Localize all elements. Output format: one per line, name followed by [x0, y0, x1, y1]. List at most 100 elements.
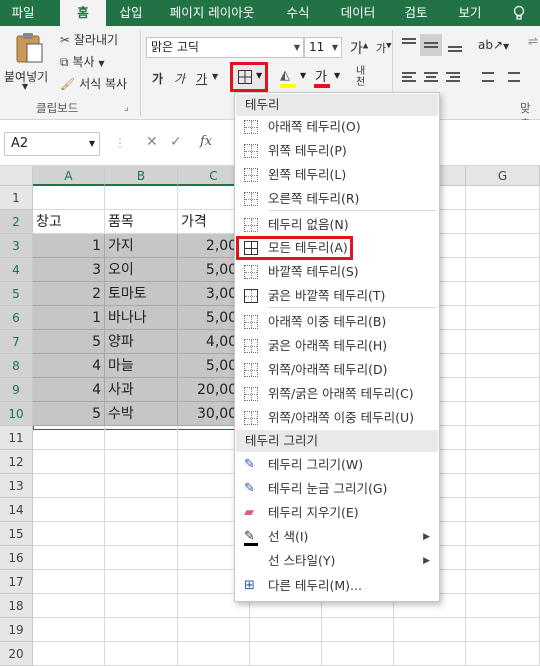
- cell-D20[interactable]: [250, 642, 322, 666]
- menu-item-top-and-bottom-border[interactable]: 위쪽/아래쪽 테두리(D): [236, 358, 438, 382]
- cell-B8[interactable]: 마늘: [105, 354, 178, 378]
- select-all-corner[interactable]: [0, 166, 33, 186]
- row-header-1[interactable]: 1: [0, 186, 33, 210]
- cell-A7[interactable]: 5: [33, 330, 105, 354]
- cell-G11[interactable]: [466, 426, 540, 450]
- dialog-launcher-icon[interactable]: ⌟: [124, 102, 129, 113]
- cell-A17[interactable]: [33, 570, 105, 594]
- cell-B6[interactable]: 바나나: [105, 306, 178, 330]
- tab-file[interactable]: 파일: [0, 0, 46, 26]
- menu-item-more-borders[interactable]: ⊞ 다른 테두리(M)...: [236, 574, 438, 598]
- cell-A20[interactable]: [33, 642, 105, 666]
- orientation-button[interactable]: ab↗▼: [478, 38, 509, 52]
- cell-C19[interactable]: [178, 618, 250, 642]
- row-header-20[interactable]: 20: [0, 642, 33, 666]
- fill-color-button[interactable]: ◭ ▼: [278, 68, 308, 90]
- row-header-7[interactable]: 7: [0, 330, 33, 354]
- row-header-19[interactable]: 19: [0, 618, 33, 642]
- menu-item-thick-bottom-border[interactable]: 굵은 아래쪽 테두리(H): [236, 334, 438, 358]
- menu-item-draw-border[interactable]: ✎ 테두리 그리기(W): [236, 453, 438, 477]
- underline-button[interactable]: 가: [196, 70, 207, 87]
- cell-G10[interactable]: [466, 402, 540, 426]
- cell-B7[interactable]: 양파: [105, 330, 178, 354]
- row-header-15[interactable]: 15: [0, 522, 33, 546]
- cell-B13[interactable]: [105, 474, 178, 498]
- row-header-11[interactable]: 11: [0, 426, 33, 450]
- row-header-6[interactable]: 6: [0, 306, 33, 330]
- cell-G15[interactable]: [466, 522, 540, 546]
- bold-button[interactable]: 가: [152, 70, 163, 87]
- cell-A16[interactable]: [33, 546, 105, 570]
- menu-item-top-and-double-bottom-border[interactable]: 위쪽/아래쪽 이중 테두리(U): [236, 406, 438, 430]
- cell-G4[interactable]: [466, 258, 540, 282]
- column-header-b[interactable]: B: [105, 166, 178, 186]
- cell-A9[interactable]: 4: [33, 378, 105, 402]
- cell-D19[interactable]: [250, 618, 322, 642]
- cell-G7[interactable]: [466, 330, 540, 354]
- increase-indent-button[interactable]: [502, 70, 522, 88]
- row-header-8[interactable]: 8: [0, 354, 33, 378]
- paste-button[interactable]: 붙여넣기 ▼: [4, 30, 54, 96]
- cell-B16[interactable]: [105, 546, 178, 570]
- tab-page-layout[interactable]: 페이지 레이아웃: [162, 0, 262, 26]
- cell-B17[interactable]: [105, 570, 178, 594]
- cell-A19[interactable]: [33, 618, 105, 642]
- cell-B4[interactable]: 오이: [105, 258, 178, 282]
- cell-A12[interactable]: [33, 450, 105, 474]
- cell-G3[interactable]: [466, 234, 540, 258]
- cell-B5[interactable]: 토마토: [105, 282, 178, 306]
- cell-A5[interactable]: 2: [33, 282, 105, 306]
- cell-A15[interactable]: [33, 522, 105, 546]
- cell-B2[interactable]: 품목: [105, 210, 178, 234]
- font-size-select[interactable]: 11 ▼: [304, 37, 342, 58]
- tab-formulas[interactable]: 수식: [276, 0, 320, 26]
- cell-B14[interactable]: [105, 498, 178, 522]
- cell-A6[interactable]: 1: [33, 306, 105, 330]
- cancel-icon[interactable]: ✕: [146, 134, 158, 150]
- menu-item-thick-outside-borders[interactable]: 굵은 바깥쪽 테두리(T): [236, 284, 438, 308]
- cell-A18[interactable]: [33, 594, 105, 618]
- font-color-button[interactable]: 가 ▼: [312, 68, 342, 90]
- align-right-button[interactable]: [444, 70, 464, 88]
- row-header-3[interactable]: 3: [0, 234, 33, 258]
- row-header-5[interactable]: 5: [0, 282, 33, 306]
- cell-G6[interactable]: [466, 306, 540, 330]
- cell-B15[interactable]: [105, 522, 178, 546]
- lightbulb-icon[interactable]: [504, 0, 534, 26]
- more-options-icon[interactable]: ⋮: [114, 136, 126, 150]
- cell-G8[interactable]: [466, 354, 540, 378]
- cell-A8[interactable]: 4: [33, 354, 105, 378]
- italic-button[interactable]: 가: [174, 70, 185, 87]
- insert-function-icon[interactable]: fx: [200, 134, 212, 149]
- row-header-13[interactable]: 13: [0, 474, 33, 498]
- cell-A3[interactable]: 1: [33, 234, 105, 258]
- chevron-down-icon[interactable]: ▼: [212, 72, 218, 81]
- cell-G14[interactable]: [466, 498, 540, 522]
- cell-G5[interactable]: [466, 282, 540, 306]
- cell-C20[interactable]: [178, 642, 250, 666]
- name-box[interactable]: A2 ▼: [4, 132, 100, 156]
- cell-F20[interactable]: [394, 642, 466, 666]
- row-header-17[interactable]: 17: [0, 570, 33, 594]
- align-bottom-button[interactable]: [446, 36, 466, 54]
- font-name-select[interactable]: 맑은 고딕 ▼: [146, 37, 304, 58]
- menu-item-no-border[interactable]: 테두리 없음(N): [236, 213, 438, 237]
- cell-B11[interactable]: [105, 426, 178, 450]
- cell-G12[interactable]: [466, 450, 540, 474]
- cell-B19[interactable]: [105, 618, 178, 642]
- cell-A2[interactable]: 창고: [33, 210, 105, 234]
- cell-G19[interactable]: [466, 618, 540, 642]
- cell-A4[interactable]: 3: [33, 258, 105, 282]
- menu-item-line-style[interactable]: 선 스타일(Y) ▶: [236, 549, 438, 573]
- align-center-button[interactable]: [422, 70, 442, 88]
- cell-G9[interactable]: [466, 378, 540, 402]
- align-middle-button[interactable]: [420, 34, 442, 56]
- cut-button[interactable]: ✂ 잘라내기: [60, 31, 118, 48]
- row-header-16[interactable]: 16: [0, 546, 33, 570]
- column-header-g[interactable]: G: [466, 166, 540, 186]
- row-header-14[interactable]: 14: [0, 498, 33, 522]
- menu-item-top-and-thick-bottom-border[interactable]: 위쪽/굵은 아래쪽 테두리(C): [236, 382, 438, 406]
- row-header-2[interactable]: 2: [0, 210, 33, 234]
- phonetic-button[interactable]: 내천: [356, 66, 374, 88]
- menu-item-bottom-double-border[interactable]: 아래쪽 이중 테두리(B): [236, 310, 438, 334]
